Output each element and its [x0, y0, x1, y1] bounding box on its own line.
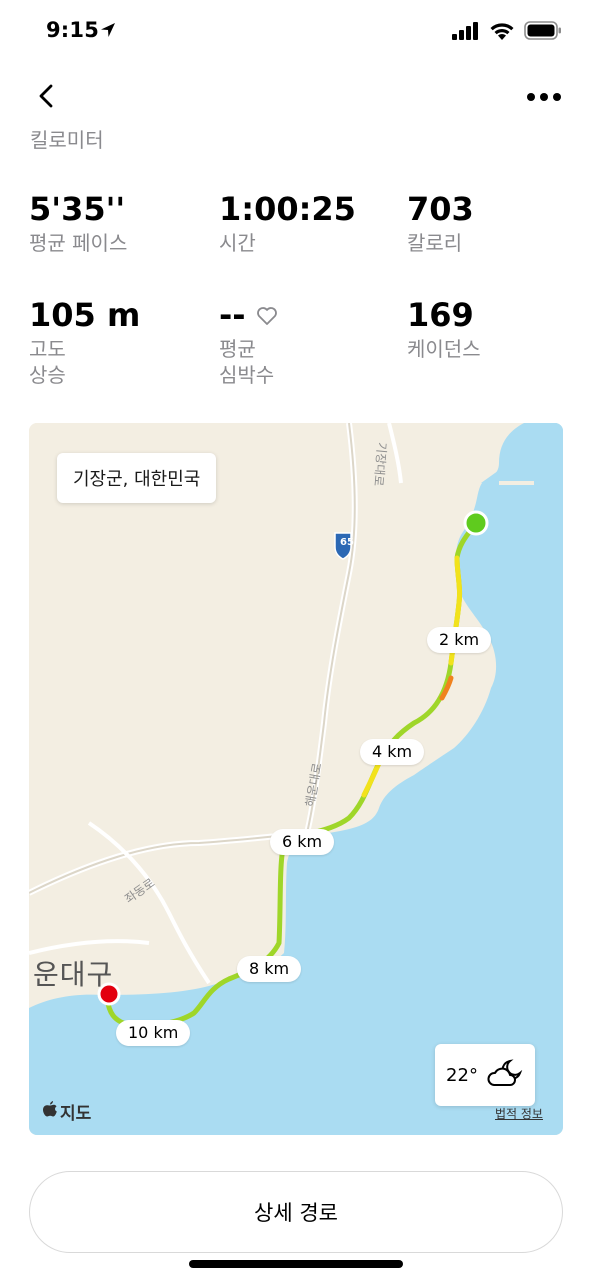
metric-label: 평균 페이스: [29, 231, 128, 255]
wifi-icon: [489, 21, 515, 44]
map-location-chip[interactable]: 기장군, 대한민국: [57, 453, 217, 503]
route-start-marker: [463, 510, 489, 536]
metric-value: 105 m: [29, 296, 141, 334]
metric-label: 고도: [29, 337, 66, 361]
metric-cadence: 169 케이던스: [407, 296, 481, 362]
metric-label: 평균: [219, 337, 256, 361]
metric-label: 상승: [29, 363, 66, 387]
metric-label: 심박수: [219, 363, 275, 387]
metric-label: 칼로리: [407, 231, 463, 255]
unit-label: 킬로미터: [30, 128, 104, 152]
legal-link[interactable]: 법적 정보: [495, 1105, 543, 1122]
more-button[interactable]: [524, 82, 564, 110]
battery-icon: [524, 21, 562, 44]
highway-number-label: 65: [340, 537, 354, 548]
weather-temperature: 22°: [446, 1064, 478, 1086]
metric-pace: 5'35'' 평균 페이스: [29, 190, 127, 256]
metric-value: 703: [407, 190, 474, 228]
metric-elevation: 105 m 고도 상승: [29, 296, 140, 388]
maps-brand-label: 지도: [60, 1104, 92, 1124]
detail-route-button[interactable]: 상세 경로: [29, 1171, 563, 1253]
metric-value: --: [219, 296, 246, 334]
metric-label: 시간: [219, 231, 256, 255]
apple-logo-icon: [43, 1101, 57, 1122]
metric-value: 1:00:25: [219, 190, 356, 228]
cloudy-night-icon: [486, 1058, 524, 1092]
signal-icon: [452, 21, 480, 44]
metric-label: 케이던스: [407, 337, 481, 361]
maps-brand: 지도: [43, 1099, 91, 1124]
km-marker: 10 km: [116, 1020, 191, 1046]
metric-time: 1:00:25 시간: [219, 190, 356, 256]
metric-calories: 703 칼로리: [407, 190, 474, 256]
status-icons: [452, 21, 562, 44]
back-button[interactable]: [30, 82, 62, 114]
home-indicator: [189, 1260, 403, 1268]
km-marker: 2 km: [427, 627, 492, 653]
metric-heart-rate: -- 평균 심박수: [219, 296, 278, 388]
district-label: 운대구: [33, 958, 114, 991]
chevron-left-icon: [38, 84, 54, 112]
metric-value-row: --: [219, 296, 278, 334]
status-bar: 9:15: [0, 0, 592, 64]
km-marker: 8 km: [237, 956, 302, 982]
km-marker: 4 km: [360, 739, 425, 765]
location-arrow-icon: [100, 22, 116, 42]
metric-value: 5'35'': [29, 190, 126, 228]
km-marker: 6 km: [270, 829, 335, 855]
map-base-layer: [29, 423, 563, 1135]
weather-chip: 22°: [435, 1044, 535, 1106]
heart-outline-icon: [256, 296, 278, 334]
ellipsis-icon: [526, 87, 562, 106]
metric-value: 169: [407, 296, 474, 334]
route-map[interactable]: 65 기장대로 해운대로 좌동로 기장군, 대한민국 2 km 4 km 6 k…: [29, 423, 563, 1135]
status-time: 9:15: [46, 18, 100, 42]
